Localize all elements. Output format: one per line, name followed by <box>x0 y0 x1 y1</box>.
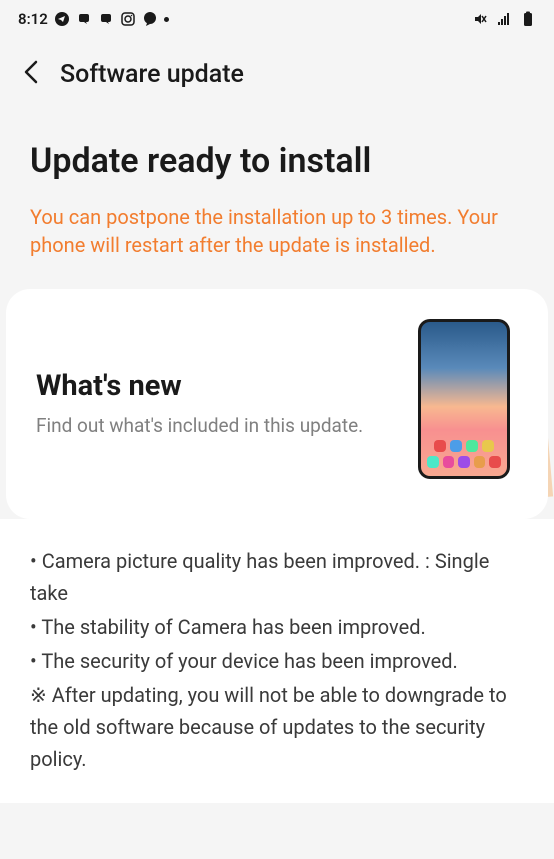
status-bar: 8:12 <box>0 0 554 38</box>
chat-icon <box>142 11 158 27</box>
whats-new-text: What's new Find out what's included in t… <box>36 369 398 440</box>
whats-new-title: What's new <box>36 369 398 403</box>
change-item: • Camera picture quality has been improv… <box>30 545 524 609</box>
main-title: Update ready to install <box>30 141 524 181</box>
status-left: 8:12 <box>18 10 169 28</box>
mute-icon <box>472 11 488 27</box>
phone-in-hand-illustration <box>418 319 548 489</box>
status-right <box>472 11 536 27</box>
change-item: • The security of your device has been i… <box>30 645 524 677</box>
signal-icon <box>496 11 512 27</box>
whats-new-subtitle: Find out what's included in this update. <box>36 413 398 440</box>
change-item: • The stability of Camera has been impro… <box>30 611 524 643</box>
content: Update ready to install You can postpone… <box>0 101 554 823</box>
whats-new-card[interactable]: What's new Find out what's included in t… <box>6 289 548 519</box>
discord-icon <box>76 11 92 27</box>
status-time: 8:12 <box>18 10 48 28</box>
change-item: ※ After updating, you will not be able t… <box>30 679 524 775</box>
header: Software update <box>0 38 554 101</box>
chevron-left-icon <box>22 58 40 86</box>
more-notifications-dot <box>164 17 169 22</box>
telegram-icon <box>54 11 70 27</box>
discord-icon-2 <box>98 11 114 27</box>
changes-list: • Camera picture quality has been improv… <box>0 519 554 803</box>
back-button[interactable] <box>22 58 40 91</box>
page-title: Software update <box>60 60 244 89</box>
instagram-icon <box>120 11 136 27</box>
battery-icon <box>520 11 536 27</box>
warning-text: You can postpone the installation up to … <box>30 203 524 259</box>
